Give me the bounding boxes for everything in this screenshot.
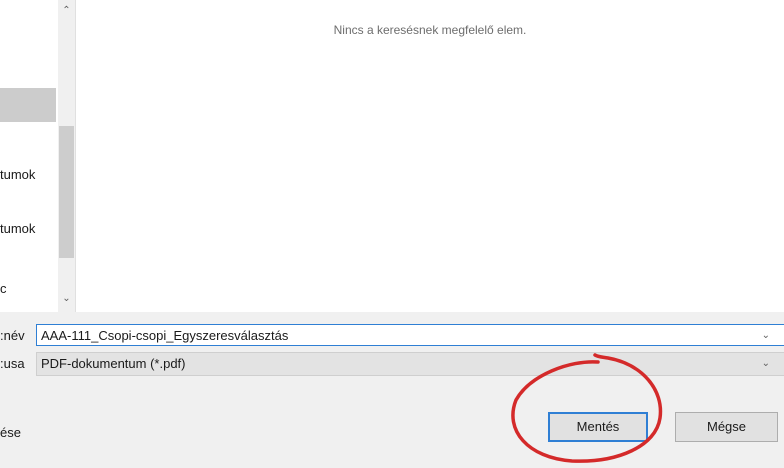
cancel-button[interactable]: Mégse — [675, 412, 778, 442]
nav-scrollbar[interactable]: ⌃ ⌄ — [58, 0, 75, 312]
nav-item-partial[interactable]: c — [0, 272, 56, 306]
hide-folders-label[interactable]: ése — [0, 425, 36, 440]
pane-divider — [75, 0, 76, 312]
filetype-selected-value: PDF-dokumentum (*.pdf) — [41, 356, 186, 371]
filetype-select[interactable]: PDF-dokumentum (*.pdf) — [36, 352, 784, 376]
navigation-pane: tumok tumok c — [0, 0, 58, 312]
nav-item-documents-2[interactable]: tumok — [0, 212, 56, 246]
filename-dropdown-arrow-icon[interactable]: ⌄ — [762, 330, 770, 341]
filetype-dropdown-arrow-icon[interactable]: ⌄ — [762, 358, 770, 369]
scrollbar-thumb[interactable] — [59, 126, 74, 258]
nav-item-selected[interactable] — [0, 88, 56, 122]
save-form-panel: név: ⌄ usa: PDF-dokumentum (*.pdf) ⌄ ése… — [0, 312, 784, 468]
filename-label: név: — [0, 328, 25, 343]
filetype-label: usa: — [0, 356, 25, 371]
filename-input[interactable] — [36, 324, 784, 346]
nav-item-documents[interactable]: tumok — [0, 158, 56, 192]
save-button[interactable]: Mentés — [548, 412, 648, 442]
scroll-up-arrow-icon[interactable]: ⌃ — [58, 2, 75, 19]
scroll-down-arrow-icon[interactable]: ⌄ — [58, 290, 75, 307]
empty-results-message: Nincs a keresésnek megfelelő elem. — [333, 23, 527, 37]
